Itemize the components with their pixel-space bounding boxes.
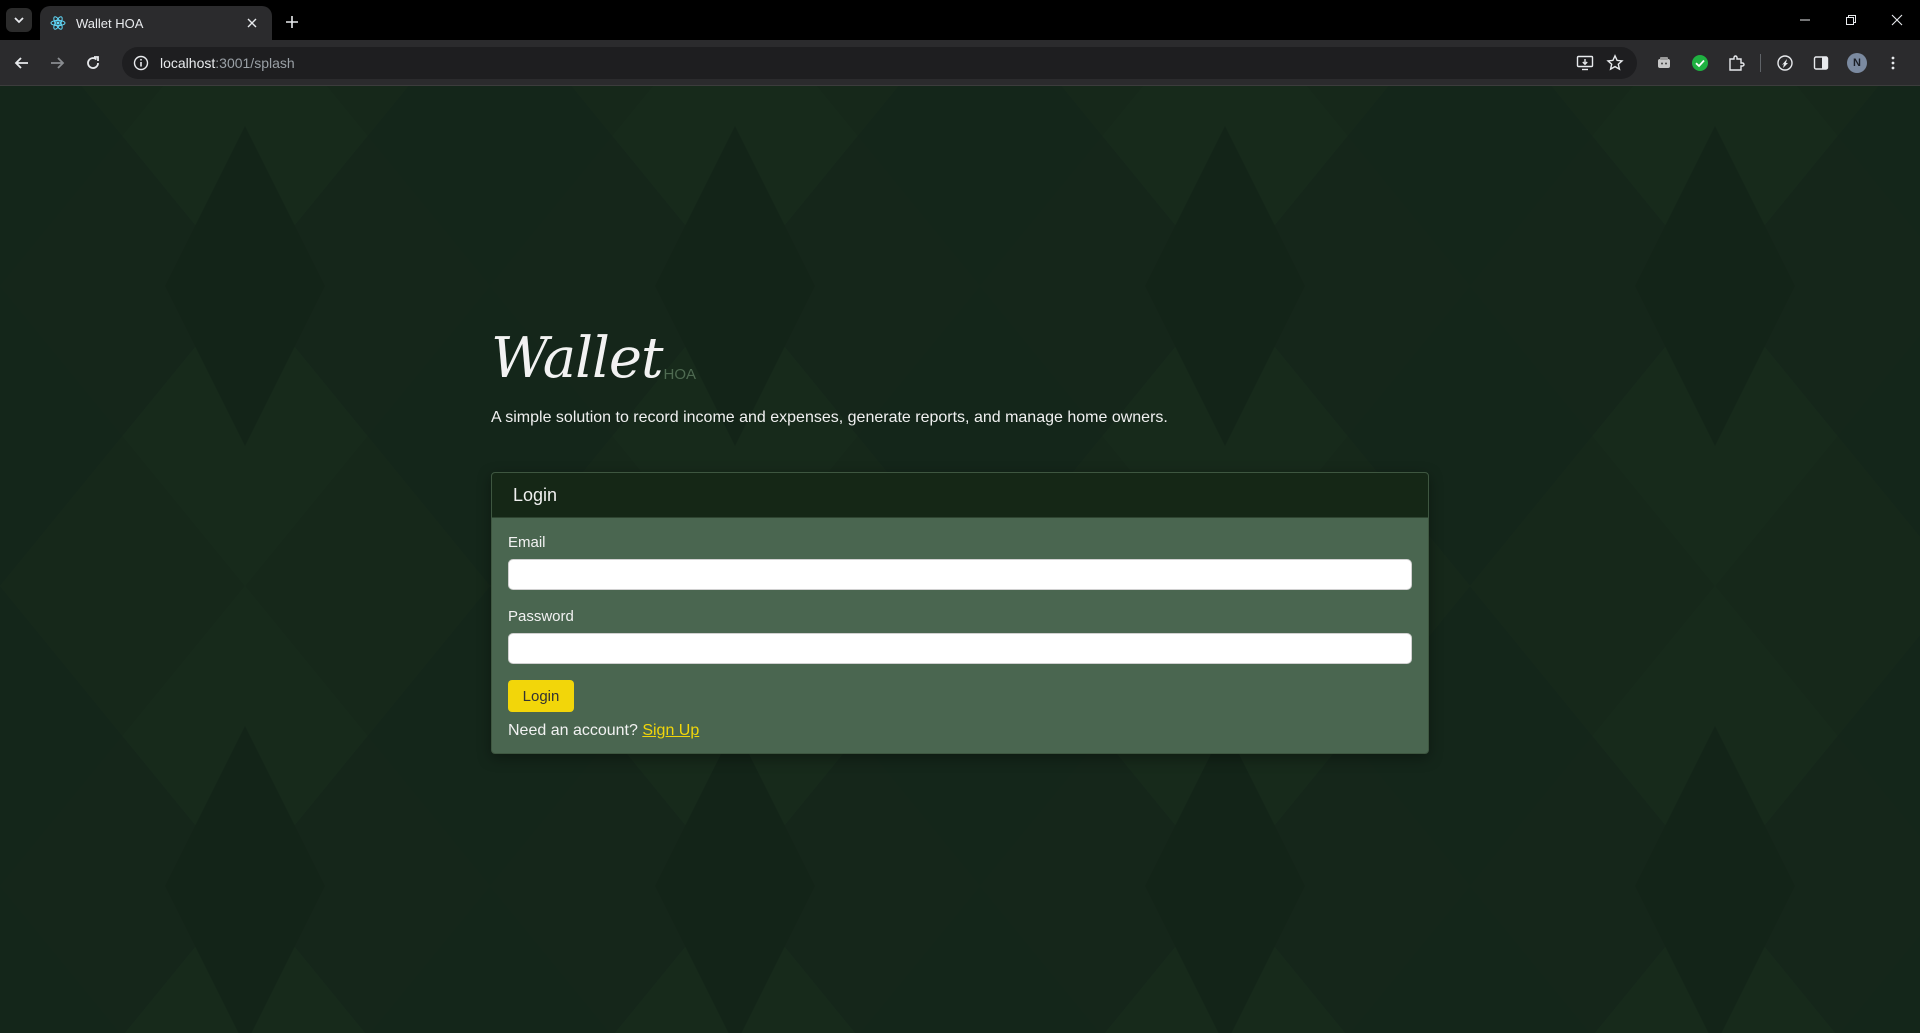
login-card-title: Login (513, 484, 558, 505)
email-label: Email (508, 534, 546, 551)
login-card-body: Email Password Login Need an account? Si… (492, 518, 1428, 753)
profile-button[interactable]: N (1843, 49, 1871, 77)
signup-prompt: Need an account? (508, 722, 638, 739)
site-info-icon[interactable] (130, 52, 152, 74)
url-host: localhost (160, 55, 216, 71)
install-app-icon[interactable] (1573, 51, 1597, 75)
new-tab-button[interactable] (280, 10, 304, 34)
tagline: A simple solution to record income and e… (491, 409, 1168, 426)
minimize-icon (1800, 19, 1810, 21)
restore-icon (1846, 15, 1856, 25)
toolbar-divider (1760, 54, 1761, 72)
tab-strip: Wallet HOA (0, 0, 1920, 40)
signup-link[interactable]: Sign Up (642, 722, 699, 739)
bookmark-star-icon[interactable] (1603, 51, 1627, 75)
side-panel-icon[interactable] (1807, 49, 1835, 77)
login-card: Login Email Password Login Need an accou… (491, 472, 1429, 754)
forward-button[interactable] (43, 49, 71, 77)
restore-button[interactable] (1828, 0, 1874, 40)
url-path: :3001/splash (215, 55, 295, 71)
close-icon (1891, 14, 1903, 26)
window-controls (1782, 0, 1920, 40)
password-field[interactable] (508, 633, 1412, 664)
tab-search-button[interactable] (6, 8, 32, 32)
back-button[interactable] (8, 49, 36, 77)
address-bar[interactable]: localhost:3001/splash (122, 47, 1637, 79)
arrow-left-icon (14, 57, 28, 69)
brand-logo: Wallet HOA (491, 317, 696, 387)
login-card-header: Login (492, 473, 1428, 518)
avatar: N (1847, 53, 1867, 73)
performance-icon[interactable] (1771, 49, 1799, 77)
chevron-down-icon (14, 17, 24, 24)
signup-prompt-line: Need an account? Sign Up (508, 722, 1412, 740)
close-tab-icon[interactable] (242, 13, 262, 33)
close-window-button[interactable] (1874, 0, 1920, 40)
reload-button[interactable] (79, 49, 107, 77)
brand-suffix: HOA (663, 366, 697, 383)
react-favicon-icon (50, 15, 66, 31)
arrow-right-icon (51, 57, 65, 69)
minimize-button[interactable] (1782, 0, 1828, 40)
more-menu-icon[interactable] (1879, 49, 1907, 77)
tab-title: Wallet HOA (76, 15, 144, 31)
extensions-area: N (1650, 49, 1907, 77)
login-button[interactable]: Login (508, 680, 574, 712)
brand-name: Wallet (491, 326, 664, 391)
email-field[interactable] (508, 559, 1412, 590)
extensions-puzzle-icon[interactable] (1722, 49, 1750, 77)
reload-icon (87, 56, 99, 69)
extension-cookie-icon[interactable] (1650, 49, 1678, 77)
browser-toolbar: localhost:3001/splash N (0, 40, 1920, 86)
plus-icon (286, 16, 298, 28)
page-viewport: Wallet HOA A simple solution to record i… (0, 86, 1920, 1033)
browser-tab[interactable]: Wallet HOA (40, 6, 272, 40)
password-label: Password (508, 608, 574, 625)
extension-check-icon[interactable] (1686, 49, 1714, 77)
